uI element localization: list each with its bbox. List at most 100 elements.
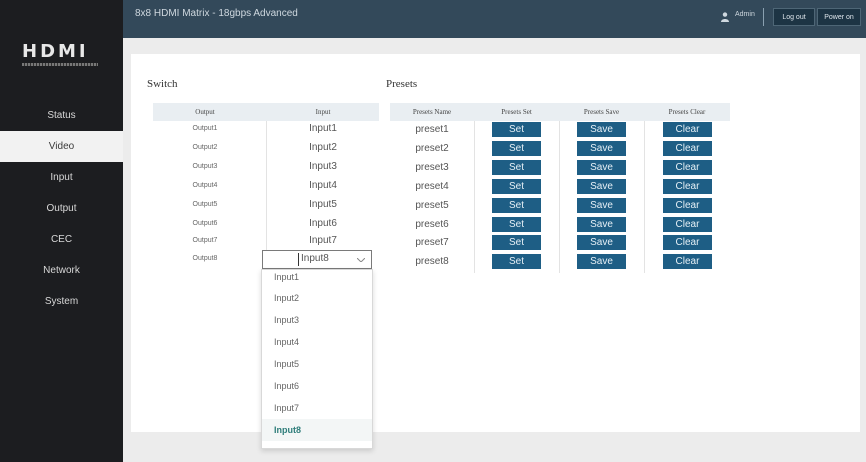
preset-row: preset5 Set Save Clear — [390, 197, 730, 216]
preset-save-button[interactable]: Save — [577, 179, 626, 194]
preset-row: preset4 Set Save Clear — [390, 178, 730, 197]
preset-clear-button[interactable]: Clear — [663, 235, 712, 250]
switch-section-title: Switch — [147, 78, 178, 90]
preset-save-button[interactable]: Save — [577, 217, 626, 232]
preset-set-button[interactable]: Set — [492, 179, 541, 194]
preset-save-button[interactable]: Save — [577, 198, 626, 213]
logo-tagline-graphic — [22, 63, 98, 66]
preset-set-button[interactable]: Set — [492, 254, 541, 269]
preset-name: preset3 — [415, 162, 449, 173]
preset-set-button[interactable]: Set — [492, 198, 541, 213]
preset-name: preset8 — [415, 256, 449, 267]
preset-save-button[interactable]: Save — [577, 141, 626, 156]
preset-name: preset4 — [415, 181, 449, 192]
preset-save-button[interactable]: Save — [577, 235, 626, 250]
output-label: Output2 — [192, 144, 218, 151]
output-label: Output4 — [192, 182, 218, 189]
preset-name: preset6 — [415, 219, 449, 230]
preset-name: preset7 — [415, 237, 449, 248]
preset-row: preset6 Set Save Clear — [390, 216, 730, 235]
preset-save-button[interactable]: Save — [577, 122, 626, 137]
input-select[interactable]: Input7 — [268, 235, 378, 246]
presets-name-header: Presets Name — [412, 108, 452, 116]
sidebar-item-cec[interactable]: CEC — [0, 224, 123, 255]
output-column-header: Output — [195, 108, 215, 116]
input-column-header: Input — [315, 108, 331, 116]
sidebar-item-input[interactable]: Input — [0, 162, 123, 193]
preset-clear-button[interactable]: Clear — [663, 254, 712, 269]
sidebar-item-output[interactable]: Output — [0, 193, 123, 224]
dropdown-option-input8[interactable]: Input8 — [262, 419, 372, 441]
input-select[interactable]: Input6 — [268, 218, 378, 229]
output-label: Output7 — [192, 237, 218, 244]
preset-set-button[interactable]: Set — [492, 160, 541, 175]
dropdown-option-input2[interactable]: Input2 — [262, 287, 372, 309]
preset-row: preset7 Set Save Clear — [390, 234, 730, 253]
output-label: Output5 — [192, 201, 218, 208]
input-dropdown-list: Input1 Input2 Input3 Input4 Input5 Input… — [261, 269, 373, 449]
chevron-down-icon — [357, 258, 365, 262]
text-caret — [298, 253, 299, 266]
output-label: Output1 — [192, 125, 218, 132]
input-select[interactable]: Input5 — [268, 199, 378, 210]
switch-row: Output5 Input5 — [153, 197, 379, 216]
sidebar-item-system[interactable]: System — [0, 286, 123, 317]
input-select[interactable]: Input1 — [268, 123, 378, 134]
dropdown-option-input6[interactable]: Input6 — [262, 375, 372, 397]
preset-clear-button[interactable]: Clear — [663, 217, 712, 232]
preset-name: preset2 — [415, 143, 449, 154]
input-select[interactable]: Input4 — [268, 180, 378, 191]
preset-clear-button[interactable]: Clear — [663, 122, 712, 137]
user-name: Admin — [735, 11, 755, 18]
power-on-button[interactable]: Power on — [817, 8, 861, 26]
presets-table-header: Presets Name Presets Set Presets Save Pr… — [390, 103, 730, 121]
select-value: Input8 — [301, 253, 329, 264]
preset-clear-button[interactable]: Clear — [663, 160, 712, 175]
output-label: Output6 — [192, 220, 218, 227]
sidebar-item-network[interactable]: Network — [0, 255, 123, 286]
logout-button[interactable]: Log out — [773, 8, 815, 26]
preset-set-button[interactable]: Set — [492, 235, 541, 250]
preset-clear-button[interactable]: Clear — [663, 179, 712, 194]
preset-clear-button[interactable]: Clear — [663, 198, 712, 213]
preset-row: preset8 Set Save Clear — [390, 253, 730, 272]
user-icon — [721, 12, 729, 22]
dropdown-option-input4[interactable]: Input4 — [262, 331, 372, 353]
preset-name: preset5 — [415, 200, 449, 211]
preset-row: preset1 Set Save Clear — [390, 121, 730, 140]
dropdown-option-input1[interactable]: Input1 — [262, 266, 372, 288]
preset-name: preset1 — [415, 124, 449, 135]
switch-row: Output2 Input2 — [153, 140, 379, 159]
presets-set-header: Presets Set — [501, 108, 532, 116]
logo-text: HDMI — [22, 41, 89, 62]
content-panel: Switch Presets Output Input Output1 Inpu… — [131, 54, 860, 449]
dropdown-option-input3[interactable]: Input3 — [262, 309, 372, 331]
sidebar: HDMI Status Video Input Output CEC Netwo… — [0, 0, 123, 462]
presets-save-header: Presets Save — [583, 108, 620, 116]
preset-save-button[interactable]: Save — [577, 254, 626, 269]
preset-row: preset3 Set Save Clear — [390, 159, 730, 178]
switch-row: Output4 Input4 — [153, 178, 379, 197]
input-select[interactable]: Input3 — [268, 161, 378, 172]
top-divider — [763, 8, 764, 26]
presets-clear-header: Presets Clear — [668, 108, 706, 116]
switch-row: Output3 Input3 — [153, 159, 379, 178]
switch-table-header: Output Input — [153, 103, 379, 121]
preset-set-button[interactable]: Set — [492, 122, 541, 137]
hdmi-logo: HDMI — [22, 41, 104, 70]
dropdown-option-input7[interactable]: Input7 — [262, 397, 372, 419]
sidebar-item-status[interactable]: Status — [0, 100, 123, 131]
preset-row: preset2 Set Save Clear — [390, 140, 730, 159]
switch-row: Output1 Input1 — [153, 121, 379, 140]
top-bar: 8x8 HDMI Matrix - 18gbps Advanced Admin … — [123, 0, 866, 38]
input-select[interactable]: Input2 — [268, 142, 378, 153]
sidebar-item-video[interactable]: Video — [0, 131, 123, 162]
preset-clear-button[interactable]: Clear — [663, 141, 712, 156]
preset-set-button[interactable]: Set — [492, 217, 541, 232]
dropdown-option-input5[interactable]: Input5 — [262, 353, 372, 375]
presets-section-title: Presets — [386, 78, 418, 90]
app-title: 8x8 HDMI Matrix - 18gbps Advanced — [135, 8, 298, 19]
output-label: Output3 — [192, 163, 218, 170]
preset-save-button[interactable]: Save — [577, 160, 626, 175]
preset-set-button[interactable]: Set — [492, 141, 541, 156]
